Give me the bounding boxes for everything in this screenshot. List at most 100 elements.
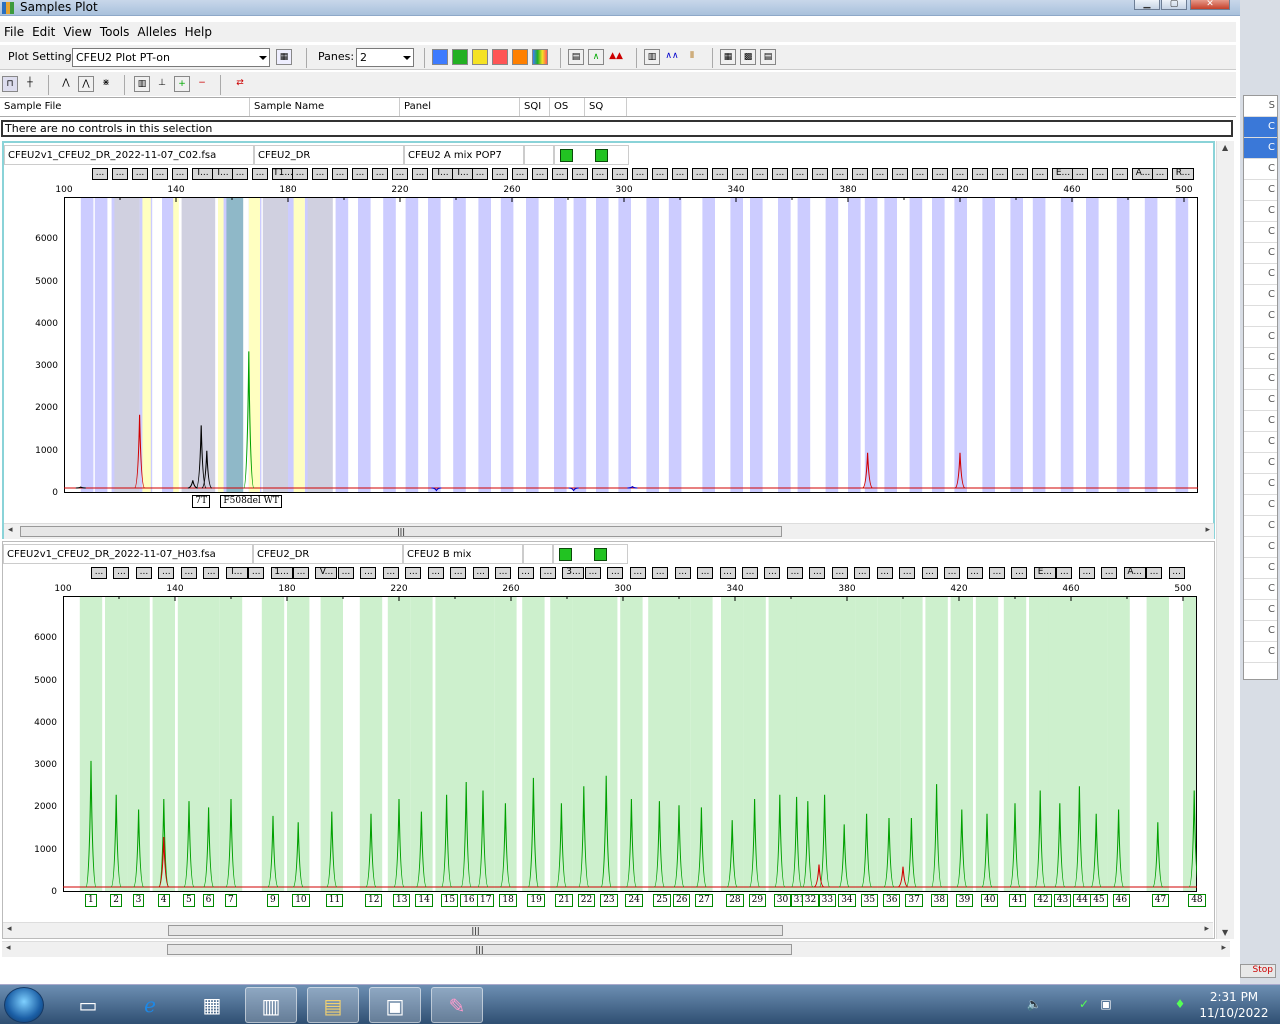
taskbar-ie-icon[interactable]: ℯ — [124, 987, 176, 1023]
menu-file[interactable]: File — [0, 22, 28, 42]
pane2-electropherogram[interactable] — [63, 596, 1197, 892]
peak-view-icon[interactable]: ⋀ — [58, 76, 74, 92]
bin-label[interactable]: ... — [495, 567, 512, 579]
start-button[interactable] — [4, 987, 44, 1023]
sizing-table-icon[interactable]: ▩ — [740, 49, 756, 65]
bin-label[interactable]: ... — [472, 567, 489, 579]
bin-label[interactable]: ... — [1101, 567, 1118, 579]
zoom-vertical-icon[interactable]: ┼ — [22, 76, 38, 92]
bin-label[interactable]: ... — [592, 168, 608, 180]
bin-label[interactable]: ... — [988, 567, 1005, 579]
plot-setting-select[interactable]: CFEU2 Plot PT-on — [72, 48, 270, 67]
background-row[interactable]: C — [1244, 453, 1277, 474]
background-row[interactable]: C — [1244, 201, 1277, 222]
dye-red-icon[interactable] — [492, 49, 508, 65]
background-row[interactable]: C — [1244, 516, 1277, 537]
bin-label[interactable]: ... — [113, 567, 130, 579]
bin-label[interactable]: ... — [372, 168, 388, 180]
pane1-scroll-thumb[interactable]: ||| — [20, 526, 782, 537]
bin-label[interactable]: ... — [1012, 168, 1028, 180]
bin-label[interactable]: ... — [450, 567, 467, 579]
peak-box-icon[interactable]: ⋀ — [78, 76, 94, 92]
pane1-hscrollbar[interactable]: ◂ ||| ▸ — [4, 523, 1214, 539]
sync-icon[interactable]: ⇄ — [232, 76, 248, 92]
bin-label[interactable]: ... — [812, 168, 828, 180]
maximize-button[interactable]: ▢ — [1161, 0, 1187, 10]
bin-label[interactable]: ... — [1072, 168, 1088, 180]
allele-label[interactable]: 2 — [110, 894, 122, 907]
bin-label[interactable]: ... — [809, 567, 826, 579]
menu-tools[interactable]: Tools — [96, 22, 134, 42]
bin-label[interactable]: ... — [629, 567, 646, 579]
bin-label[interactable]: ... — [492, 168, 508, 180]
dye-yellow-icon[interactable] — [472, 49, 488, 65]
bin-label[interactable]: ... — [180, 567, 197, 579]
volume-icon[interactable]: 🔈 — [1026, 997, 1042, 1013]
bin-label[interactable]: ... — [427, 567, 444, 579]
dye-blue-icon[interactable] — [432, 49, 448, 65]
overlay-icon[interactable]: ▤ — [568, 49, 584, 65]
bin-label[interactable]: ... — [854, 567, 871, 579]
bin-label[interactable]: ... — [112, 168, 128, 180]
allele-label[interactable]: 22 — [577, 894, 596, 907]
allele-label[interactable]: 29 — [748, 894, 767, 907]
bin-label[interactable]: ... — [337, 567, 354, 579]
allele-label[interactable]: 40 — [981, 894, 999, 907]
main-hscrollbar[interactable]: ◂ ||| ▸ — [2, 941, 1230, 957]
background-row[interactable]: C — [1244, 138, 1277, 159]
background-row[interactable]: C — [1244, 537, 1277, 558]
plot-settings-editor-icon[interactable]: ▦ — [276, 49, 292, 65]
bin-label[interactable]: ... — [135, 567, 152, 579]
background-row[interactable]: C — [1244, 390, 1277, 411]
dye-orange-icon[interactable] — [512, 49, 528, 65]
bin-label[interactable]: ... — [392, 168, 408, 180]
menu-view[interactable]: View — [59, 22, 95, 42]
markers-icon[interactable]: ▲▲ — [608, 49, 624, 65]
bin-label[interactable]: ... — [742, 567, 759, 579]
col-panel[interactable]: Panel — [400, 98, 520, 116]
bin-label[interactable]: ... — [772, 168, 788, 180]
bin-label[interactable]: ... — [512, 168, 528, 180]
panes-select[interactable]: 2 — [356, 48, 414, 67]
tray-network-icon[interactable]: ▣ — [1098, 997, 1114, 1013]
bin-label[interactable]: ... — [966, 567, 983, 579]
pane2-hscrollbar[interactable]: ◂ ||| ▸ — [3, 922, 1213, 938]
bin-label[interactable]: ... — [876, 567, 893, 579]
background-row[interactable]: C — [1244, 180, 1277, 201]
bin-label[interactable]: ... — [899, 567, 916, 579]
allele-label[interactable]: 45 — [1090, 894, 1108, 907]
background-row[interactable]: C — [1244, 159, 1277, 180]
background-row[interactable]: C — [1244, 327, 1277, 348]
scale-icon[interactable]: ⊥ — [154, 76, 170, 92]
allele-label[interactable]: 5 — [183, 894, 195, 907]
bar-peaks-icon[interactable]: ⫴ — [684, 49, 700, 65]
bin-label[interactable]: ... — [892, 168, 908, 180]
bin-label[interactable]: ... — [252, 168, 268, 180]
bin-label[interactable]: ... — [412, 168, 428, 180]
add-marker-icon[interactable]: + — [174, 76, 190, 92]
bin-label[interactable]: ... — [719, 567, 736, 579]
bin-label[interactable]: ... — [232, 168, 248, 180]
allele-label[interactable]: 7 — [225, 894, 237, 907]
bin-label[interactable]: I... — [192, 168, 214, 180]
bin-label[interactable]: T1... — [272, 168, 294, 180]
close-button[interactable]: ✕ — [1190, 0, 1230, 10]
bin-label[interactable]: ... — [872, 168, 888, 180]
bin-label[interactable]: ... — [612, 168, 628, 180]
pane1-electropherogram[interactable] — [64, 197, 1198, 493]
bin-label[interactable]: V... — [315, 567, 338, 579]
bin-label[interactable]: 3... — [562, 567, 585, 579]
tray-status-icon[interactable]: ♦ — [1172, 997, 1188, 1013]
bin-label[interactable]: ... — [132, 168, 148, 180]
allele-label[interactable]: 44 — [1073, 894, 1091, 907]
allele-label[interactable]: 39 — [955, 894, 974, 907]
bin-label[interactable]: ... — [764, 567, 781, 579]
bin-label[interactable]: R... — [1172, 168, 1194, 180]
bin-label[interactable]: ... — [674, 567, 691, 579]
bin-label[interactable]: ... — [632, 168, 648, 180]
menu-help[interactable]: Help — [181, 22, 216, 42]
bin-label[interactable]: ... — [652, 168, 668, 180]
allele-label[interactable]: 7T — [192, 495, 211, 508]
col-sqi[interactable]: SQI — [520, 98, 550, 116]
bin-label[interactable]: ... — [932, 168, 948, 180]
